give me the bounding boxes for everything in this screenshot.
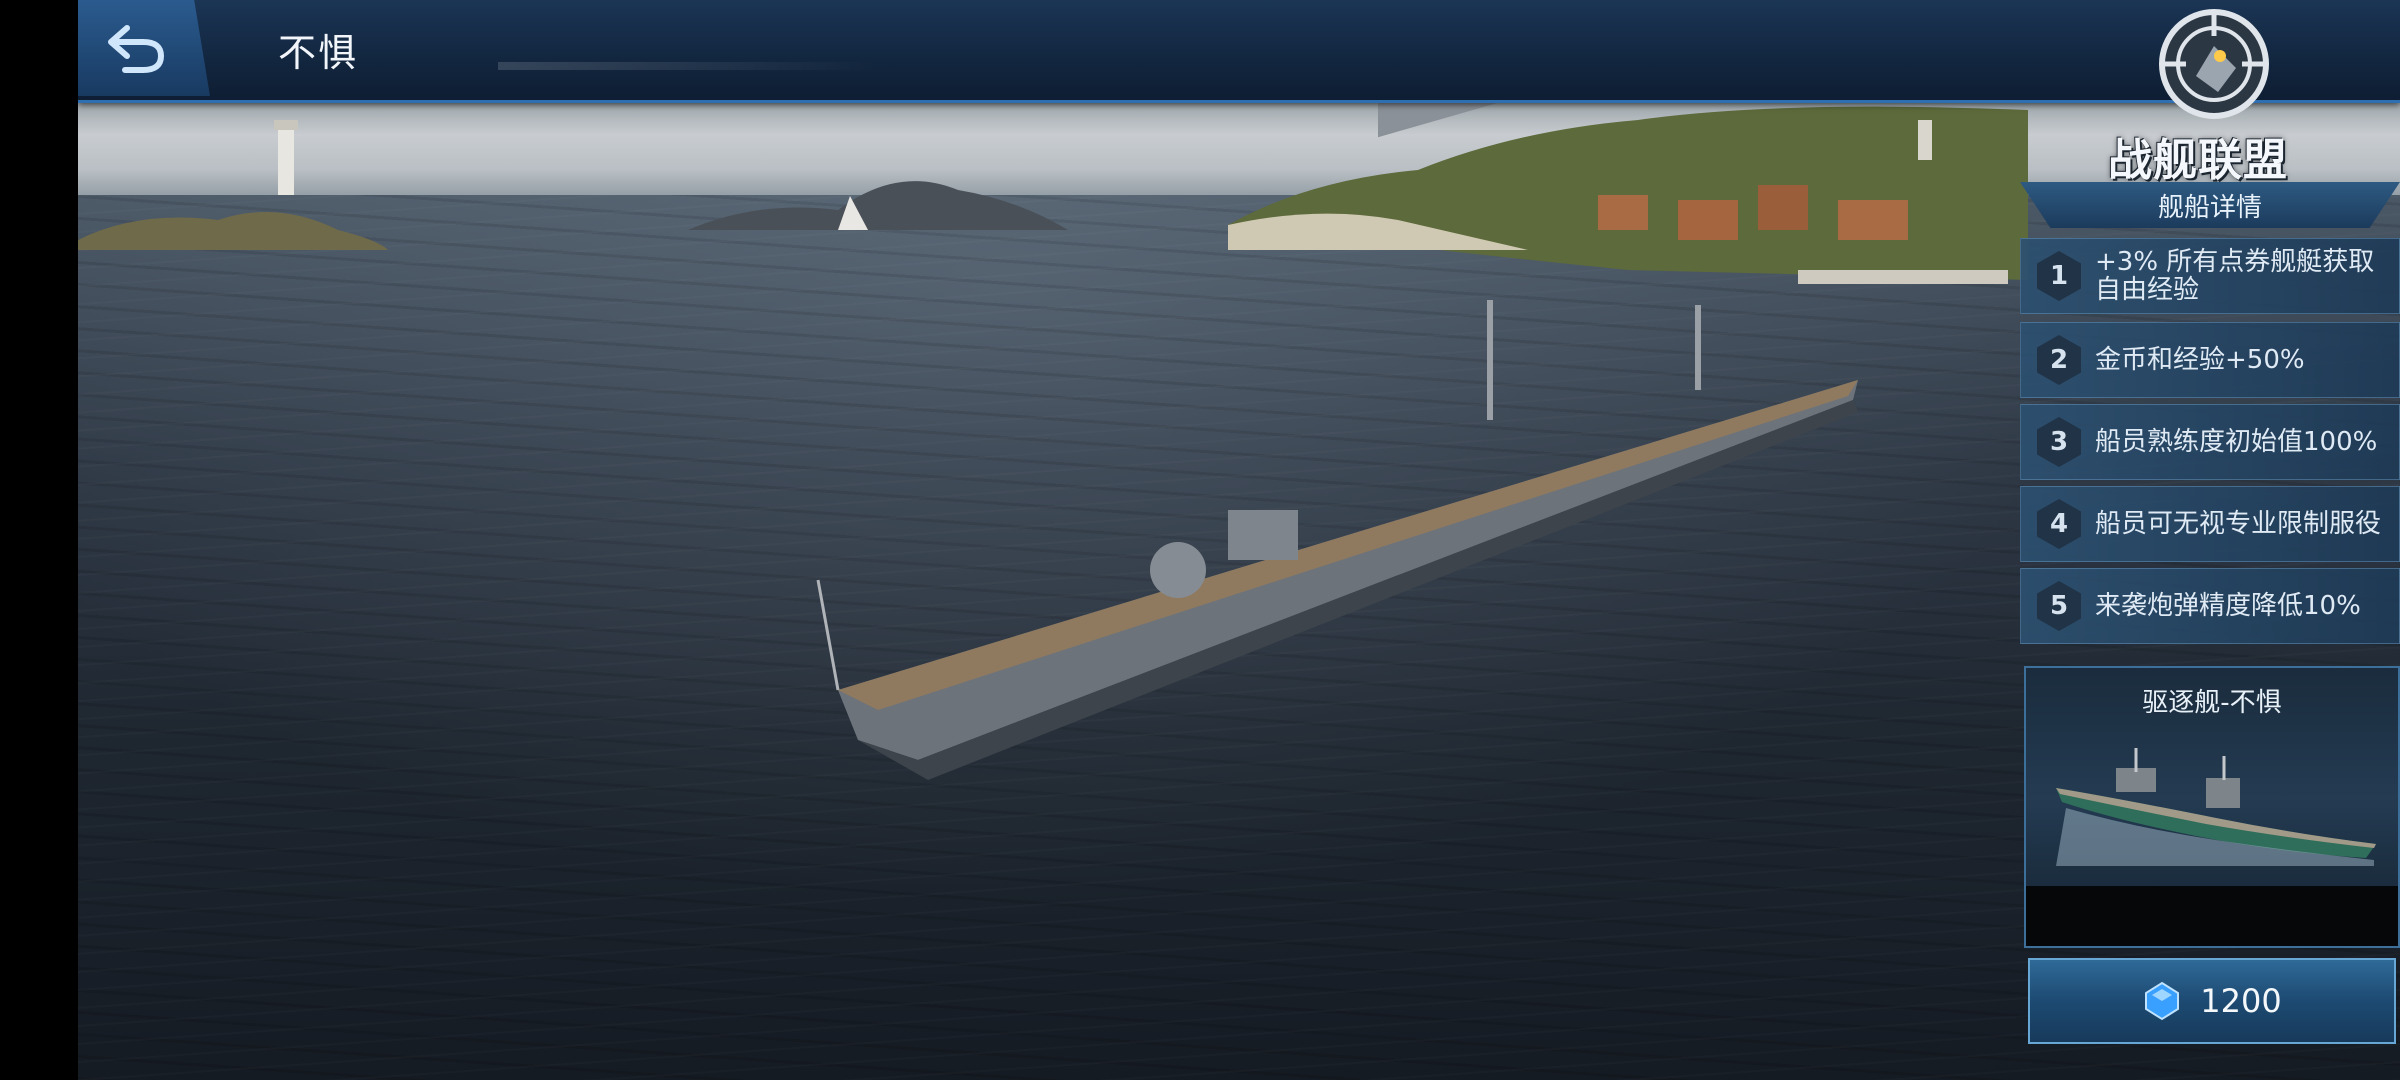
ship-details-title: 舰船详情 [2020,182,2400,228]
item-number: 2 [2037,335,2081,385]
ship-card-title: 驱逐舰-不惧 [2142,688,2282,718]
gem-icon [2145,981,2180,1021]
back-button[interactable] [78,0,210,96]
detail-item: 3 船员熟练度初始值100% [2020,404,2400,480]
back-arrow-icon [108,25,165,73]
detail-item: 4 船员可无视专业限制服役 [2020,486,2400,562]
left-black-bar [0,0,78,1080]
ship-card[interactable]: 驱逐舰-不惧 [2024,666,2400,948]
ship-thumbnail [2056,748,2376,866]
item-number: 4 [2037,499,2081,549]
item-text-line1: +3% 所有点券舰艇获取 [2095,247,2375,277]
game-logo: 战舰联盟 [2108,6,2288,186]
header-decoration [498,62,878,70]
purchase-button[interactable]: 1200 [2028,958,2396,1044]
item-text: 来袭炮弹精度降低10% [2095,591,2361,621]
ship-details-panel: 舰船详情 1 +3% 所有点券舰艇获取 自由经验 2 金币和经验+50% 3 船… [2020,182,2400,660]
crosshair-emblem-icon [2159,9,2269,119]
detail-item: 5 来袭炮弹精度降低10% [2020,568,2400,644]
item-text: 船员熟练度初始值100% [2095,427,2378,457]
logo-text: 战舰联盟 [2108,135,2288,186]
detail-item: 2 金币和经验+50% [2020,322,2400,398]
top-header: 不惧 [78,0,2400,103]
price-text: 1200 [2200,982,2282,1020]
item-number: 5 [2037,581,2081,631]
item-text: 金币和经验+50% [2095,345,2305,375]
item-text: +3% 所有点券舰艇获取 自由经验 [2095,248,2374,304]
page-title: 不惧 [278,31,359,75]
item-number: 1 [2037,251,2081,301]
item-number: 3 [2037,417,2081,467]
detail-item: 1 +3% 所有点券舰艇获取 自由经验 [2020,238,2400,314]
item-text-line2: 自由经验 [2095,275,2200,305]
item-text: 船员可无视专业限制服役 [2095,509,2382,539]
